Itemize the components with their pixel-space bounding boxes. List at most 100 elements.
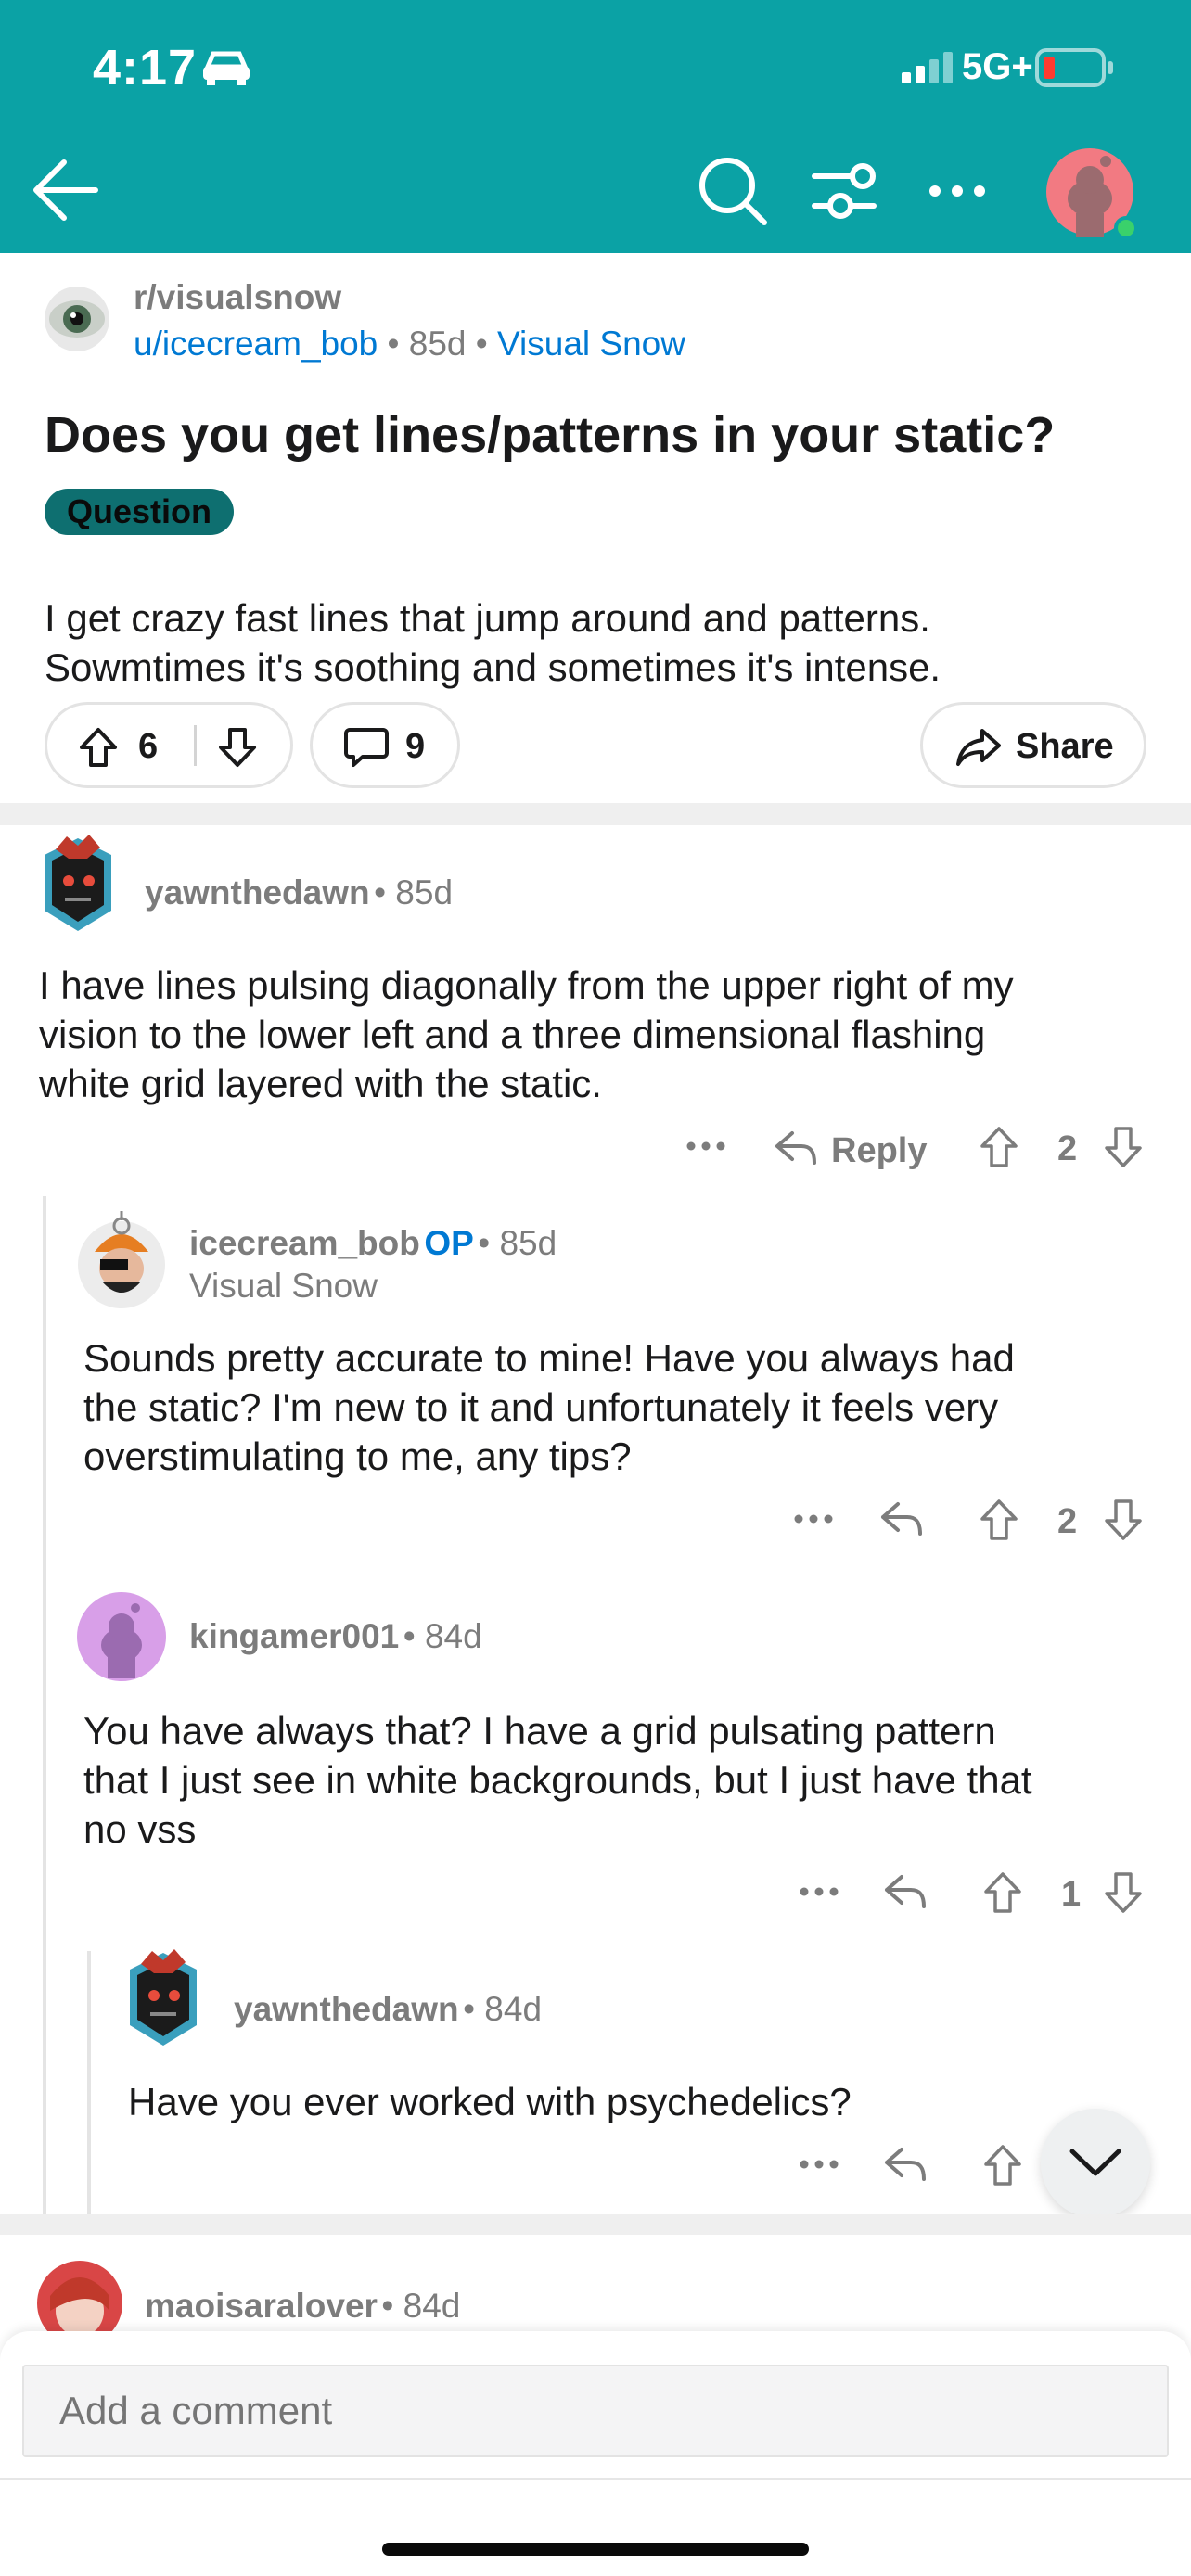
comment-author[interactable]: yawnthedawn xyxy=(145,874,370,912)
comment-avatar-kingamer001[interactable] xyxy=(76,1591,167,1682)
more-options-icon[interactable] xyxy=(800,2159,839,2170)
upvote-icon[interactable] xyxy=(980,1126,1018,1168)
comment-author[interactable]: yawnthedawn xyxy=(234,1990,459,2028)
share-label: Share xyxy=(1016,727,1114,766)
comment-actions: Reply 2 xyxy=(677,1124,1159,1170)
comment-header: maoisaralover • 84d xyxy=(145,2287,460,2326)
upvote-icon[interactable] xyxy=(980,1498,1018,1541)
upvote-icon[interactable] xyxy=(983,2144,1022,2187)
separator-dot: • xyxy=(403,1617,425,1655)
separator-dot: • xyxy=(374,874,396,912)
comment-header: icecream_bob OP • 85d xyxy=(189,1224,557,1263)
comment-body-line: Have you ever worked with psychedelics? xyxy=(128,2080,852,2123)
comment-actions: 1 xyxy=(785,1869,1159,1916)
comment-composer xyxy=(0,2331,1191,2576)
upvote-icon[interactable] xyxy=(79,727,118,768)
downvote-icon[interactable] xyxy=(1104,1871,1143,1914)
downvote-icon[interactable] xyxy=(1104,1498,1143,1541)
status-time: 4:17 xyxy=(93,40,198,96)
reply-icon[interactable] xyxy=(883,2146,928,2183)
comment-header: kingamer001 • 84d xyxy=(189,1617,482,1656)
post-author[interactable]: u/icecream_bob xyxy=(134,325,378,363)
post-body: I get crazy fast lines that jump around … xyxy=(45,593,941,692)
thread-line[interactable] xyxy=(87,1951,91,2214)
comment-age: 85d xyxy=(395,874,454,912)
comment-author[interactable]: maoisaralover xyxy=(145,2287,378,2325)
vote-control: 6 xyxy=(45,702,293,788)
comment-count: 9 xyxy=(405,727,426,766)
comment-age: 85d xyxy=(499,1224,557,1262)
comment-body-line: Sounds pretty accurate to mine! Have you… xyxy=(83,1336,1015,1380)
comment-body: Sounds pretty accurate to mine! Have you… xyxy=(83,1333,1015,1481)
upvote-icon[interactable] xyxy=(983,1871,1022,1914)
share-icon xyxy=(956,727,1001,768)
comment-age: 84d xyxy=(403,2287,461,2325)
search-icon[interactable] xyxy=(698,156,768,226)
separator-dot: • xyxy=(387,325,409,363)
comment-avatar-maoisaralover[interactable] xyxy=(35,2259,124,2333)
comment-author[interactable]: kingamer001 xyxy=(189,1617,399,1655)
comment-avatar-yawnthedawn[interactable] xyxy=(35,831,121,935)
downvote-icon[interactable] xyxy=(218,727,257,768)
separator-dot: • xyxy=(463,1990,485,2028)
post-age: 85d xyxy=(408,325,467,363)
reply-icon[interactable] xyxy=(879,1500,924,1537)
more-options-icon[interactable] xyxy=(800,1886,839,1897)
comment-score: 2 xyxy=(1057,1129,1078,1168)
vote-divider xyxy=(194,725,197,766)
sort-filter-icon[interactable] xyxy=(811,163,877,219)
reply-icon xyxy=(775,1131,816,1165)
comment-body: I have lines pulsing diagonally from the… xyxy=(39,961,1014,1108)
comment-body-line: the static? I'm new to it and unfortunat… xyxy=(83,1385,999,1429)
car-icon xyxy=(200,50,252,87)
comment-actions xyxy=(785,2142,1054,2188)
share-button[interactable]: Share xyxy=(920,702,1146,788)
comment-author[interactable]: icecream_bob xyxy=(189,1224,420,1262)
signal-icon xyxy=(902,52,955,83)
user-avatar-icon[interactable] xyxy=(1044,147,1141,243)
separator-dot: • xyxy=(478,1224,500,1262)
comment-age: 84d xyxy=(484,1990,543,2028)
comment-body: You have always that? I have a grid puls… xyxy=(83,1706,1032,1854)
comment-icon xyxy=(344,727,389,768)
thread-line[interactable] xyxy=(43,1196,46,2214)
back-arrow-icon[interactable] xyxy=(32,158,99,223)
comment-body-line: overstimulating to me, any tips? xyxy=(83,1435,632,1478)
comment-body-line: I have lines pulsing diagonally from the… xyxy=(39,963,1014,1007)
post-title: Does you get lines/patterns in your stat… xyxy=(45,407,1056,463)
upvote-count: 6 xyxy=(138,727,159,766)
post-body-line: I get crazy fast lines that jump around … xyxy=(45,596,930,640)
reply-icon[interactable] xyxy=(883,1873,928,1910)
comment-header: yawnthedawn • 85d xyxy=(145,874,453,912)
downvote-icon[interactable] xyxy=(1104,1126,1143,1168)
subreddit-icon[interactable] xyxy=(44,286,110,352)
comment-header: yawnthedawn • 84d xyxy=(234,1990,542,2029)
next-comment-button[interactable] xyxy=(1041,2109,1150,2218)
more-options-icon[interactable] xyxy=(928,182,987,200)
add-comment-input[interactable] xyxy=(22,2365,1169,2457)
reply-label: Reply xyxy=(831,1131,928,1170)
home-indicator[interactable] xyxy=(382,2543,809,2556)
post-body-line: Sowmtimes it's soothing and sometimes it… xyxy=(45,645,941,689)
comment-body-line: no vss xyxy=(83,1807,197,1851)
separator-dot: • xyxy=(381,2287,403,2325)
chevron-down-icon xyxy=(1069,2146,1122,2179)
comments-button[interactable]: 9 xyxy=(310,702,460,788)
divider xyxy=(0,2478,1191,2480)
section-separator xyxy=(0,803,1191,825)
separator-dot: • xyxy=(475,325,498,363)
comment-body-line: white grid layered with the static. xyxy=(39,1062,602,1105)
comment-avatar-icecream-bob[interactable] xyxy=(76,1207,167,1309)
post-flair[interactable]: Question xyxy=(45,489,235,535)
comment-score: 2 xyxy=(1057,1502,1078,1541)
comment-avatar-yawnthedawn[interactable] xyxy=(121,1945,206,2049)
comment-body-line: vision to the lower left and a three dim… xyxy=(39,1013,986,1056)
more-options-icon[interactable] xyxy=(794,1513,833,1524)
comment-body-line: You have always that? I have a grid puls… xyxy=(83,1709,996,1753)
battery-icon xyxy=(1035,48,1115,87)
network-type: 5G+ xyxy=(962,46,1033,87)
user-flair: Visual Snow xyxy=(189,1267,378,1305)
subreddit-name[interactable]: r/visualsnow xyxy=(134,278,341,317)
more-options-icon[interactable] xyxy=(686,1141,725,1152)
comment-body-line: that I just see in white backgrounds, bu… xyxy=(83,1758,1032,1802)
